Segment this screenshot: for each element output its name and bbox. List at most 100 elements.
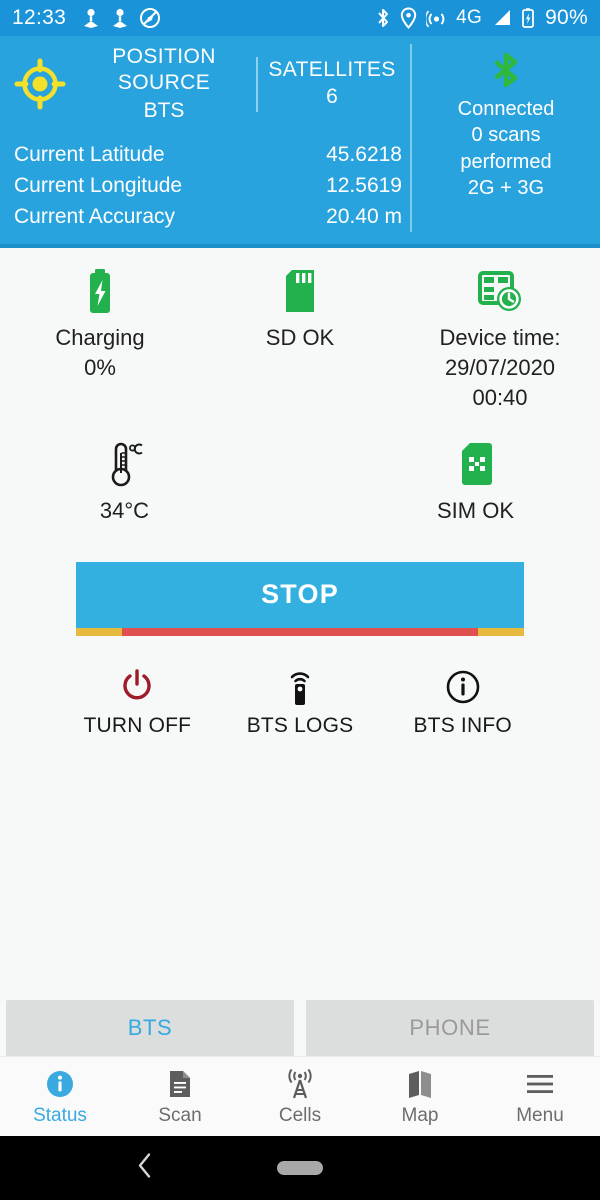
- tile-sim-card: SIM OK: [351, 435, 600, 526]
- position-source-row: POSITION SOURCE BTS SATELLITES 6: [0, 44, 410, 125]
- sd-card-icon: [206, 266, 394, 316]
- status-bar-left: 12:33: [12, 6, 161, 30]
- bluetooth-icon: [375, 7, 391, 29]
- location-pin-icon: [110, 7, 130, 29]
- coordinate-value: 20.40 m: [326, 205, 402, 228]
- coordinate-row: Current Accuracy 20.40 m: [14, 201, 402, 232]
- header-top-row: POSITION SOURCE BTS SATELLITES 6 Current…: [0, 44, 600, 233]
- action-buttons-row: TURN OFF BTS LOGS BTS INFO: [0, 666, 600, 738]
- tile-device-time: Device time: 29/07/2020 00:40: [400, 262, 600, 413]
- tab-phone[interactable]: PHONE: [306, 1000, 594, 1060]
- action-bts-logs[interactable]: BTS LOGS: [219, 666, 382, 738]
- tile-temperature-value: 34°C: [99, 497, 150, 523]
- hamburger-menu-icon: [480, 1067, 600, 1101]
- status-tile-row-1: Charging 0% SD OK Device time: 29/07/202…: [0, 262, 600, 413]
- coordinate-row: Current Longitude 12.5619: [14, 170, 402, 201]
- network-type-label: 4G: [456, 7, 483, 28]
- nav-item-cells-label: Cells: [278, 1104, 322, 1126]
- tile-device-clock-value: 00:40: [472, 384, 528, 410]
- power-off-icon: [56, 666, 219, 708]
- nav-item-menu[interactable]: Menu: [480, 1067, 600, 1127]
- coordinate-label: Current Latitude: [14, 142, 165, 166]
- bluetooth-scans-cont-text: performed: [460, 150, 552, 173]
- nav-item-scan-label: Scan: [158, 1104, 202, 1126]
- gps-target-icon: [14, 58, 66, 110]
- sim-card-icon: [357, 439, 594, 489]
- action-bts-info-label: BTS INFO: [413, 713, 512, 737]
- tile-sim-label: SIM OK: [436, 497, 514, 523]
- tile-device-date-value: 29/07/2020: [444, 354, 556, 380]
- info-icon: [0, 1067, 120, 1101]
- tile-sd-card: SD OK: [200, 262, 400, 413]
- action-turn-off[interactable]: TURN OFF: [56, 666, 219, 738]
- satellites-label: SATELLITES: [268, 58, 396, 82]
- signal-strength-icon: [491, 8, 512, 28]
- tab-bts[interactable]: BTS: [6, 1000, 294, 1060]
- stop-progress-bar-inner: [122, 627, 478, 636]
- action-turn-off-label: TURN OFF: [83, 713, 192, 737]
- nav-item-scan[interactable]: Scan: [120, 1067, 240, 1127]
- coordinate-row: Current Latitude 45.6218: [14, 139, 402, 170]
- chevron-left-icon[interactable]: [133, 1151, 155, 1186]
- stop-progress-bar: [76, 627, 524, 636]
- coordinate-value: 12.5619: [326, 173, 402, 197]
- satellites-column: SATELLITES 6: [256, 57, 406, 112]
- device-time-icon: [406, 266, 594, 316]
- app-screen: 12:33 4G 90% POSITION SOURCE BTS SATELLI…: [0, 0, 600, 1200]
- bottom-navigation-bar: Status Scan Cells Map Menu: [0, 1056, 600, 1136]
- location-disabled-icon: [139, 7, 161, 29]
- status-bar-right: 4G 90%: [375, 6, 588, 30]
- info-circle-icon: [381, 666, 544, 708]
- coordinate-label: Current Accuracy: [14, 205, 176, 228]
- battery-charging-icon: [6, 266, 194, 316]
- cell-tower-icon: [240, 1067, 360, 1101]
- map-icon: [360, 1067, 480, 1101]
- nav-item-map[interactable]: Map: [360, 1067, 480, 1127]
- tile-spacer: [249, 435, 351, 526]
- nav-item-map-label: Map: [401, 1104, 439, 1126]
- document-icon: [120, 1067, 240, 1101]
- tile-device-time-label: Device time:: [439, 325, 561, 351]
- bluetooth-bands-text: 2G + 3G: [467, 177, 545, 200]
- thermometer-icon: [6, 439, 243, 489]
- tile-battery-label: Charging: [55, 325, 145, 351]
- position-source-label: POSITION SOURCE: [112, 45, 216, 95]
- bts-logs-icon: [219, 666, 382, 708]
- action-bts-logs-label: BTS LOGS: [246, 713, 354, 737]
- bluetooth-status-panel: Connected 0 scans performed 2G + 3G: [410, 44, 600, 233]
- segmented-tabs: BTS PHONE: [0, 1000, 600, 1060]
- hotspot-icon: [426, 8, 447, 29]
- location-icon: [400, 7, 417, 29]
- bluetooth-icon: [486, 50, 526, 90]
- position-source-column: POSITION SOURCE BTS: [72, 44, 256, 125]
- coordinates-list: Current Latitude 45.6218 Current Longitu…: [0, 139, 410, 232]
- tile-temperature: 34°C: [0, 435, 249, 526]
- nav-item-menu-label: Menu: [516, 1104, 564, 1126]
- position-header: POSITION SOURCE BTS SATELLITES 6 Current…: [0, 36, 600, 245]
- battery-percent-label: 90%: [545, 6, 588, 29]
- nav-item-status[interactable]: Status: [0, 1067, 120, 1127]
- tile-sd-label: SD OK: [265, 325, 335, 351]
- android-navigation-bar: [0, 1136, 600, 1200]
- coordinate-value: 45.6218: [326, 142, 402, 166]
- bluetooth-status-text: Connected: [457, 98, 555, 120]
- header-left-panel: POSITION SOURCE BTS SATELLITES 6 Current…: [0, 44, 410, 232]
- tile-battery-percent: 0%: [84, 354, 116, 380]
- android-status-bar: 12:33 4G 90%: [0, 0, 600, 36]
- tile-battery: Charging 0%: [0, 262, 200, 413]
- status-tiles: Charging 0% SD OK Device time: 29/07/202…: [0, 248, 600, 526]
- location-pin-icon: [81, 7, 101, 29]
- battery-icon: [521, 7, 535, 29]
- status-bar-clock: 12:33: [12, 6, 67, 29]
- action-bts-info[interactable]: BTS INFO: [381, 666, 544, 738]
- status-tile-row-2: 34°C SIM OK: [0, 435, 600, 526]
- satellites-value: 6: [326, 85, 338, 109]
- coordinate-label: Current Longitude: [14, 173, 183, 197]
- stop-button-wrapper: STOP: [76, 561, 524, 636]
- bluetooth-scans-text: 0 scans: [471, 124, 541, 147]
- nav-item-status-label: Status: [33, 1104, 87, 1126]
- stop-button[interactable]: STOP: [76, 561, 524, 628]
- home-pill-icon[interactable]: [277, 1161, 323, 1175]
- position-source-value: BTS: [143, 98, 185, 122]
- nav-item-cells[interactable]: Cells: [240, 1067, 360, 1127]
